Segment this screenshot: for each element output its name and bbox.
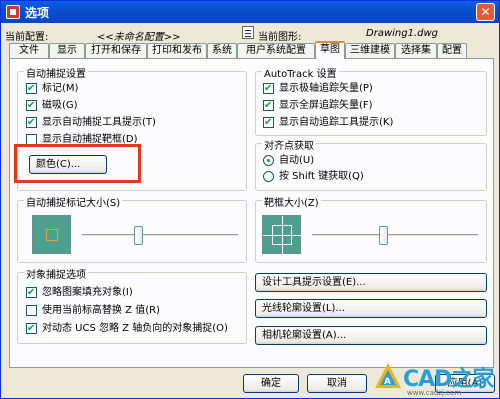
autosnap-tooltip-checkbox[interactable] (26, 116, 37, 129)
current-config-value: <<未命名配置>> (97, 32, 181, 43)
ignore-hatch-checkbox[interactable] (26, 286, 37, 299)
polar-vector-label: 显示极轴追踪矢量(P) (279, 83, 373, 94)
watermark-subtext: www.cadzj.com (407, 389, 462, 397)
shift-acquire-radio-row[interactable]: 按 Shift 键获取(Q) (263, 170, 478, 184)
aperture-size-slider-track[interactable] (312, 234, 478, 237)
tab-3d-modeling[interactable]: 三维建模 (345, 43, 395, 58)
title-bar[interactable]: 选项 ✕ (1, 1, 499, 23)
tab-plot-publish[interactable]: 打印和发布 (147, 43, 207, 58)
light-glyph-settings-button[interactable]: 光线轮廓设置(L)... (255, 299, 487, 318)
polar-vector-checkbox-row[interactable]: 显示极轴追踪矢量(P) (263, 82, 478, 96)
shift-acquire-radio-label: 按 Shift 键获取(Q) (279, 171, 364, 182)
polar-vector-checkbox[interactable] (263, 82, 274, 95)
fullscreen-vector-label: 显示全屏追踪矢量(F) (279, 100, 373, 111)
camera-glyph-settings-button[interactable]: 相机轮廓设置(A)... (255, 326, 487, 345)
tab-drafting[interactable]: 草图 (315, 41, 345, 59)
replace-z-checkbox[interactable] (26, 305, 37, 316)
current-config-label: 当前配置: (5, 32, 49, 43)
auto-radio[interactable] (263, 155, 274, 166)
color-button-highlight (14, 144, 141, 183)
tab-files[interactable]: 文件 (9, 43, 49, 58)
app-icon (6, 5, 20, 19)
current-drawing-value: Drawing1.dwg (366, 28, 438, 39)
tab-open-save[interactable]: 打开和保存 (85, 43, 147, 58)
aperture-size-title: 靶框大小(Z) (262, 194, 321, 209)
magnet-checkbox[interactable] (26, 99, 37, 112)
autotrack-tooltip-checkbox-row[interactable]: 显示自动追踪工具提示(K) (263, 116, 478, 130)
autotrack-settings-title: AutoTrack 设置 (262, 65, 339, 80)
autotrack-tooltip-label: 显示自动追踪工具提示(K) (279, 117, 394, 128)
aperture-preview (262, 215, 302, 255)
marker-size-group: 自动捕捉标记大小(S) (17, 194, 247, 263)
marker-size-title: 自动捕捉标记大小(S) (24, 194, 123, 209)
replace-z-checkbox-row[interactable]: 使用当前标高替换 Z 值(R) (26, 304, 241, 318)
tab-display[interactable]: 显示 (49, 43, 85, 58)
autosnap-tooltip-checkbox-row[interactable]: 显示自动捕捉工具提示(T) (26, 116, 236, 130)
tab-system[interactable]: 系统 (207, 43, 237, 58)
autotrack-tooltip-checkbox[interactable] (263, 116, 274, 129)
options-dialog: 选项 ✕ 当前配置: <<未命名配置>> 当前图形: Drawing1.dwg … (0, 0, 500, 399)
drawing-icon (242, 26, 254, 39)
drafting-panel: 自动捕捉设置 标记(M) 磁吸(G) 显示自动捕捉工具提示(T) 显示自动捕捉靶… (9, 58, 494, 368)
marker-size-slider-thumb[interactable] (134, 226, 143, 245)
autosnap-tooltip-label: 显示自动捕捉工具提示(T) (42, 117, 156, 128)
dialog-title: 选项 (25, 6, 50, 20)
replace-z-label: 使用当前标高替换 Z 值(R) (42, 305, 160, 316)
object-snap-options-title: 对象捕捉选项 (24, 266, 88, 281)
ok-button[interactable]: 确定 (243, 374, 299, 393)
marker-size-slider-track[interactable] (82, 234, 238, 237)
close-button[interactable]: ✕ (476, 3, 495, 21)
marker-checkbox[interactable] (26, 82, 37, 95)
ignore-hatch-label: 忽略图案填充对象(I) (42, 287, 133, 298)
alignment-acquisition-group: 对齐点获取 自动(U) 按 Shift 键获取(Q) (255, 137, 487, 191)
auto-radio-label: 自动(U) (279, 155, 315, 166)
ignore-negative-z-checkbox-row[interactable]: 对动态 UCS 忽略 Z 轴负向的对象捕捉(O) (26, 322, 241, 336)
tab-selection[interactable]: 选择集 (395, 43, 437, 58)
ignore-negative-z-checkbox[interactable] (26, 322, 37, 335)
design-tooltip-settings-button[interactable]: 设计工具提示设置(E)... (255, 273, 487, 292)
magnet-label: 磁吸(G) (42, 100, 78, 111)
aperture-size-group: 靶框大小(Z) (255, 194, 487, 263)
aperture-preview-box (272, 225, 292, 245)
autotrack-settings-group: AutoTrack 设置 显示极轴追踪矢量(P) 显示全屏追踪矢量(F) 显示自… (255, 65, 487, 136)
cancel-button[interactable]: 取消 (307, 374, 367, 393)
tab-profiles[interactable]: 配置 (437, 43, 467, 58)
marker-preview (32, 215, 71, 254)
current-drawing-label: 当前图形: (258, 32, 302, 43)
svg-text:A: A (384, 377, 391, 387)
cad-home-logo-icon: A (375, 363, 401, 388)
marker-checkbox-row[interactable]: 标记(M) (26, 82, 236, 96)
magnet-checkbox-row[interactable]: 磁吸(G) (26, 99, 236, 113)
autosnap-settings-title: 自动捕捉设置 (24, 65, 88, 80)
ignore-hatch-checkbox-row[interactable]: 忽略图案填充对象(I) (26, 286, 241, 300)
auto-radio-row[interactable]: 自动(U) (263, 154, 478, 168)
alignment-acquisition-title: 对齐点获取 (262, 137, 316, 152)
shift-acquire-radio[interactable] (263, 171, 274, 182)
cad-home-watermark: A CAD之家 www.cadzj.com (373, 356, 500, 399)
object-snap-options-group: 对象捕捉选项 忽略图案填充对象(I) 使用当前标高替换 Z 值(R) 对动态 U… (17, 266, 247, 344)
tab-user-preferences[interactable]: 用户系统配置 (237, 43, 315, 58)
ignore-negative-z-label: 对动态 UCS 忽略 Z 轴负向的对象捕捉(O) (42, 323, 228, 334)
fullscreen-vector-checkbox[interactable] (263, 99, 274, 112)
aperture-size-slider-thumb[interactable] (379, 226, 388, 245)
marker-label: 标记(M) (42, 83, 79, 94)
fullscreen-vector-checkbox-row[interactable]: 显示全屏追踪矢量(F) (263, 99, 478, 113)
marker-preview-square (46, 229, 58, 241)
